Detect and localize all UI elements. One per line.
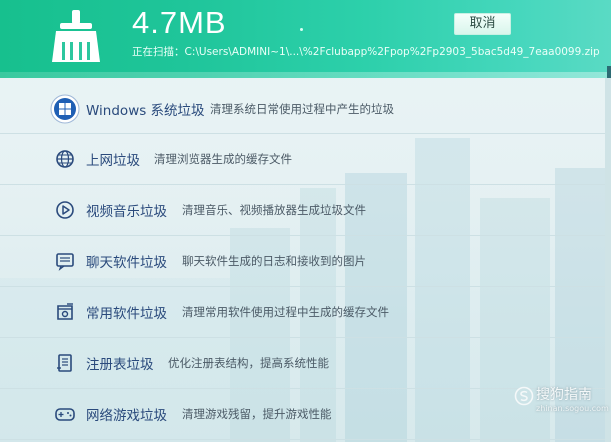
scrollbar[interactable] [605, 78, 611, 442]
windows-icon [50, 94, 80, 124]
broom-logo-icon [52, 10, 100, 62]
category-row-windows[interactable]: Windows 系统垃圾 清理系统日常使用过程中产生的垃圾 [0, 84, 605, 134]
category-title: 上网垃圾 [86, 153, 140, 169]
category-desc: 清理浏览器生成的缓存文件 [154, 152, 292, 166]
scan-path-text: 正在扫描：C:\Users\ADMINI~1\...\%2Fclubapp%2F… [132, 46, 600, 58]
watermark: 搜狗指南 zhinan.sogou.com [512, 382, 609, 422]
category-title: 网络游戏垃圾 [86, 408, 167, 424]
category-row-registry[interactable]: 注册表垃圾 优化注册表结构，提高系统性能 [0, 338, 605, 388]
category-desc: 清理常用软件使用过程中生成的缓存文件 [182, 305, 389, 319]
category-title: Windows 系统垃圾 [86, 103, 205, 119]
watermark-url: zhinan.sogou.com [536, 404, 609, 413]
software-icon [53, 300, 77, 324]
category-desc: 聊天软件生成的日志和接收到的图片 [182, 254, 366, 268]
category-title: 常用软件垃圾 [86, 306, 167, 322]
cancel-button[interactable]: 取消 [454, 13, 511, 35]
category-title: 注册表垃圾 [86, 357, 154, 373]
row-divider [0, 439, 605, 440]
status-dot [300, 28, 303, 31]
category-title: 视频音乐垃圾 [86, 204, 167, 220]
category-desc: 清理游戏残留，提升游戏性能 [182, 407, 332, 421]
registry-icon [53, 351, 77, 375]
category-row-chat[interactable]: 聊天软件垃圾 聊天软件生成的日志和接收到的图片 [0, 236, 605, 286]
category-desc: 优化注册表结构，提高系统性能 [168, 356, 329, 370]
watermark-text: 搜狗指南 [536, 387, 592, 403]
category-desc: 清理系统日常使用过程中产生的垃圾 [210, 102, 394, 116]
sogou-logo-icon [514, 386, 534, 406]
category-row-web[interactable]: 上网垃圾 清理浏览器生成的缓存文件 [0, 134, 605, 184]
junk-size: 4.7MB [132, 5, 227, 40]
scan-header: 4.7MB 取消 正在扫描：C:\Users\ADMINI~1\...\%2Fc… [0, 0, 611, 78]
gamepad-icon [53, 402, 77, 426]
chat-icon [53, 249, 77, 273]
category-desc: 清理音乐、视频播放器生成垃圾文件 [182, 203, 366, 217]
play-icon [53, 198, 77, 222]
globe-icon [53, 147, 77, 171]
category-title: 聊天软件垃圾 [86, 255, 167, 271]
category-row-software[interactable]: 常用软件垃圾 清理常用软件使用过程中生成的缓存文件 [0, 287, 605, 337]
category-row-media[interactable]: 视频音乐垃圾 清理音乐、视频播放器生成垃圾文件 [0, 185, 605, 235]
